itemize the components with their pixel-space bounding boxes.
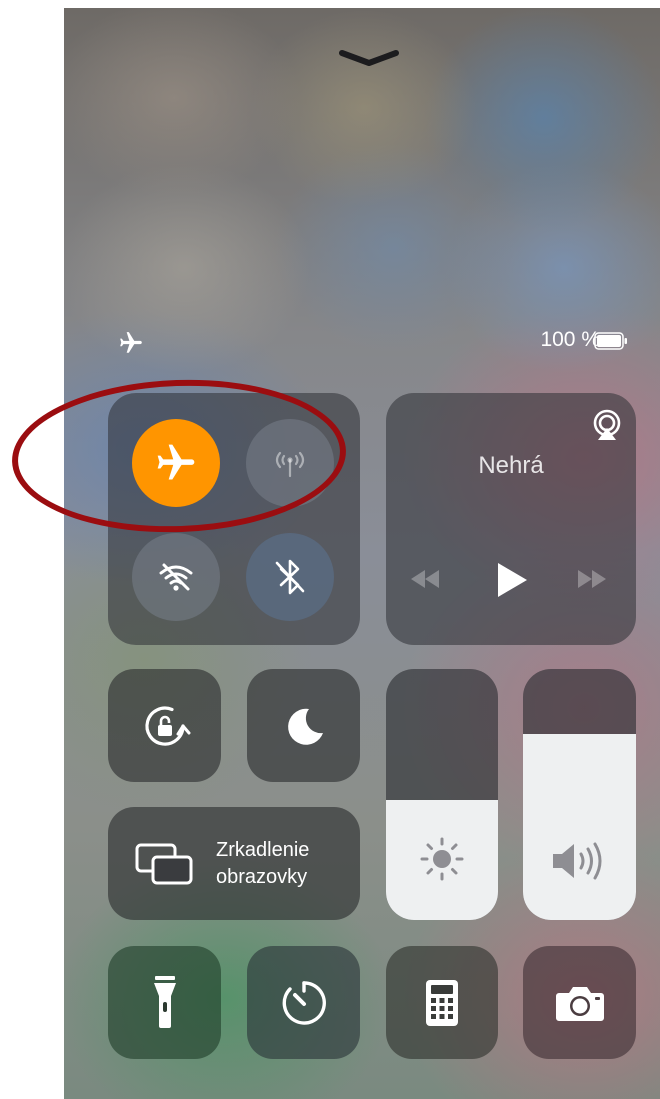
screen-mirroring-button[interactable]: Zrkadlenie obrazovky <box>108 807 360 920</box>
control-center: 100 % Nehrá Zrkadlenie obrazovky <box>64 8 660 1099</box>
moon-icon <box>287 708 323 745</box>
flashlight-icon <box>153 975 176 1028</box>
brightness-slider[interactable] <box>386 669 498 920</box>
screen-mirroring-label-line1: Zrkadlenie <box>216 838 310 861</box>
speaker-icon <box>553 842 602 880</box>
battery-icon <box>594 332 627 350</box>
bluetooth-off-icon <box>275 559 305 595</box>
screen-mirroring-icon <box>135 843 193 884</box>
play-icon[interactable] <box>494 560 530 600</box>
orientation-lock-button[interactable] <box>108 669 221 782</box>
rewind-icon[interactable] <box>407 566 443 592</box>
fast-forward-icon[interactable] <box>574 566 610 592</box>
timer-button[interactable] <box>247 946 360 1059</box>
sun-icon <box>420 837 464 881</box>
orientation-lock-icon <box>144 705 190 746</box>
battery-percent: 100 % <box>540 328 600 351</box>
camera-button[interactable] <box>523 946 636 1059</box>
wifi-toggle[interactable] <box>132 533 220 621</box>
bluetooth-toggle[interactable] <box>246 533 334 621</box>
flashlight-button[interactable] <box>108 946 221 1059</box>
wifi-off-icon <box>159 563 193 591</box>
calculator-icon <box>426 979 458 1026</box>
camera-icon <box>555 986 604 1021</box>
calculator-button[interactable] <box>386 946 498 1059</box>
do-not-disturb-button[interactable] <box>247 669 360 782</box>
music-status: Nehrá <box>478 452 544 479</box>
volume-slider[interactable] <box>523 669 636 920</box>
airplane-status-icon <box>120 332 142 353</box>
screen-mirroring-label-line2: obrazovky <box>216 865 308 888</box>
timer-icon <box>282 980 326 1025</box>
chevron-down-icon[interactable] <box>338 48 400 68</box>
volume-fill <box>523 734 636 920</box>
airplay-icon[interactable] <box>590 408 624 442</box>
